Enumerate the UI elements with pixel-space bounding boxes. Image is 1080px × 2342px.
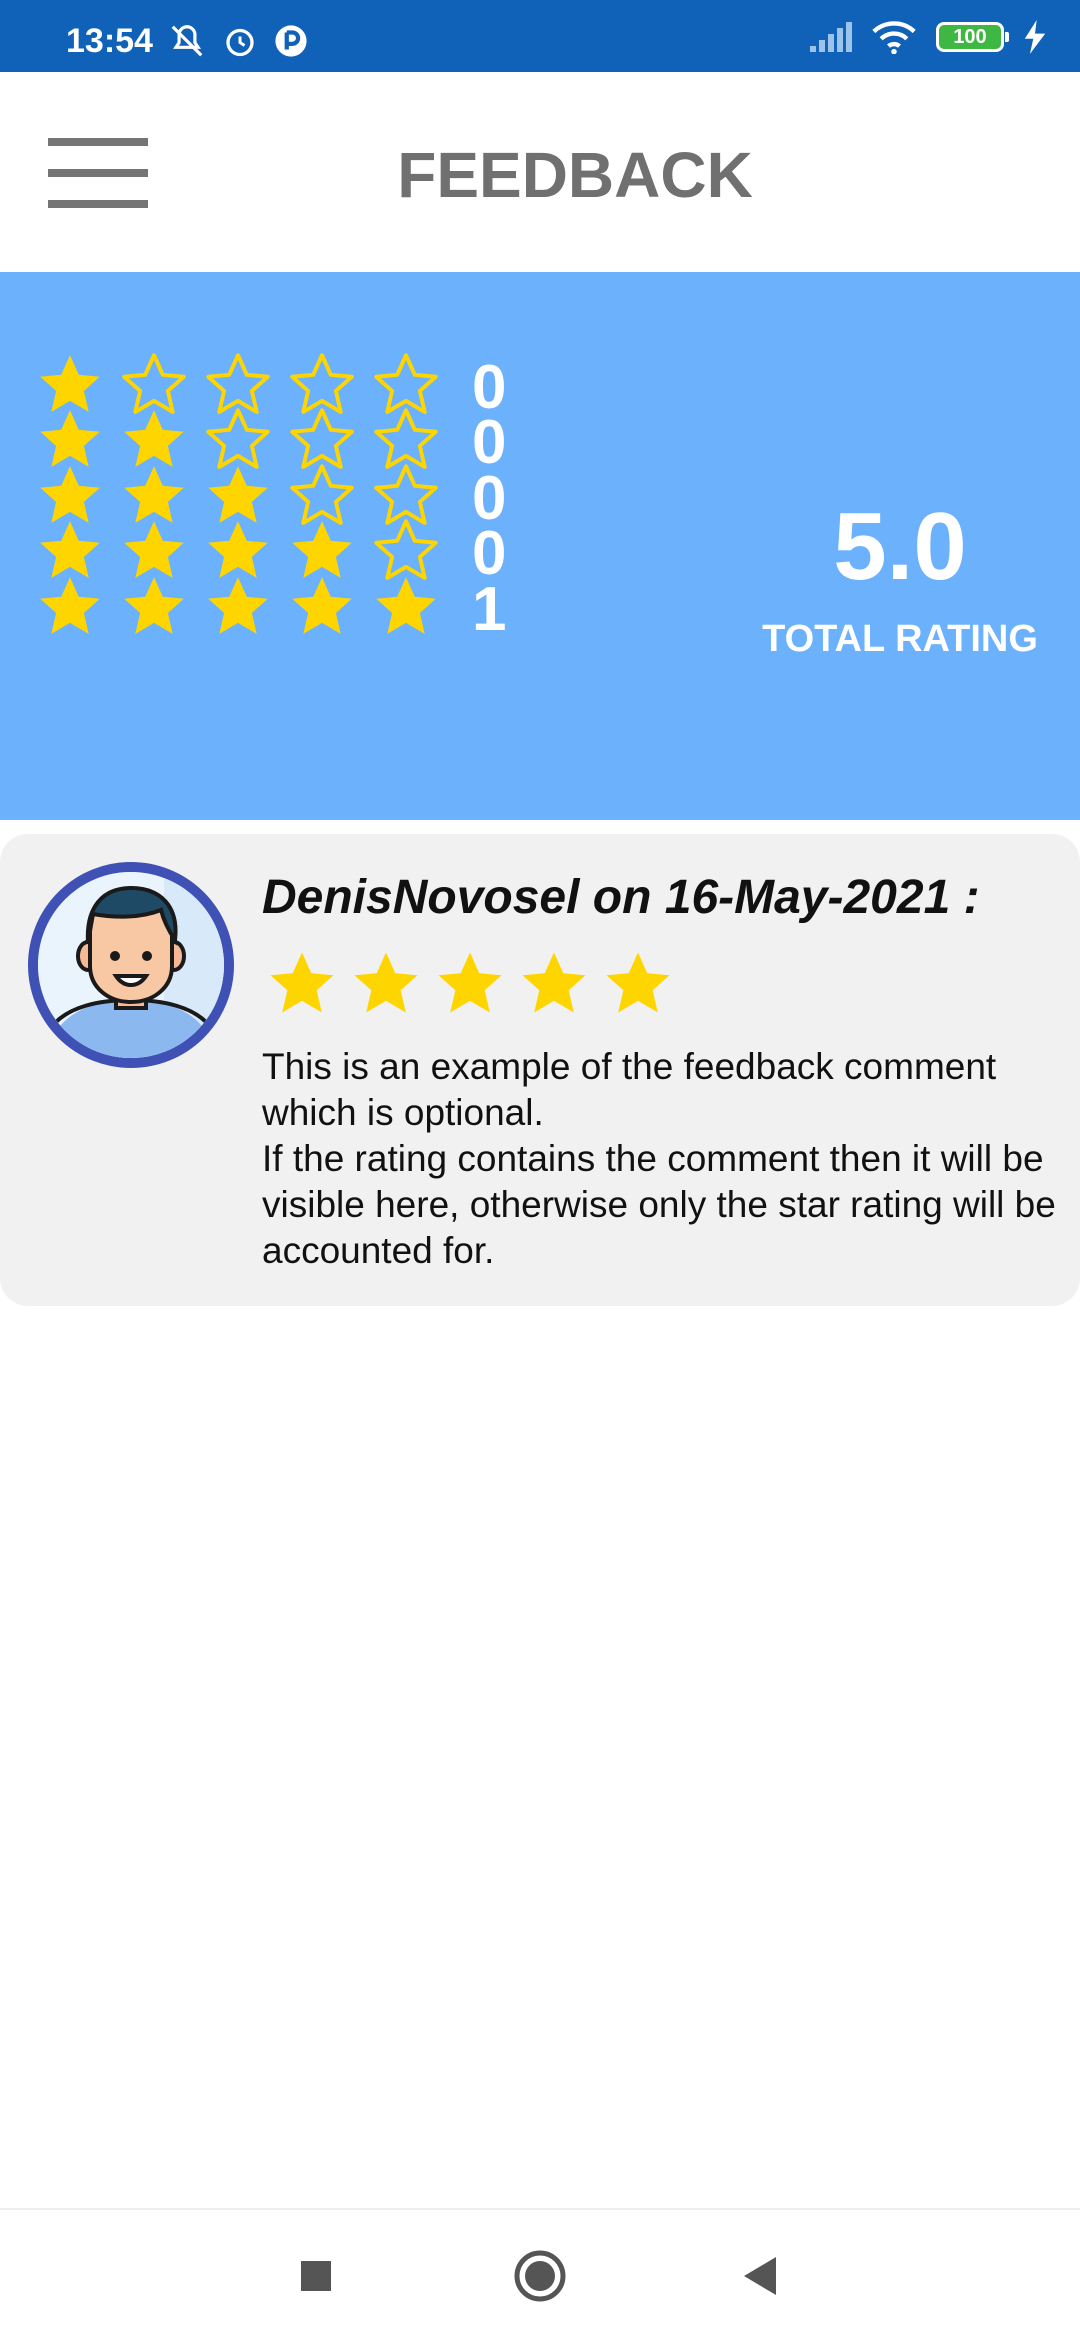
user-avatar-icon [38, 872, 224, 1058]
star-filled-icon [292, 577, 352, 634]
home-button[interactable] [480, 2210, 600, 2342]
page-title: FEEDBACK [397, 139, 753, 211]
feedback-comment: This is an example of the feedback comme… [262, 1044, 1062, 1274]
star-filled-icon [354, 952, 418, 1013]
star-filled-icon [270, 952, 334, 1013]
star-filled-icon [522, 952, 586, 1013]
star-filled-icon [606, 952, 670, 1013]
charging-icon [1024, 20, 1046, 54]
feedback-card: DenisNovosel on 16-May-2021 : This is an… [0, 834, 1080, 1306]
app-notification-icon [275, 25, 307, 57]
comment-line: If the rating contains the comment then … [262, 1138, 1056, 1271]
recents-square-icon [301, 2261, 331, 2291]
avatar [28, 862, 234, 1068]
home-circle-icon [514, 2250, 566, 2302]
total-rating-label: TOTAL RATING [762, 618, 1038, 660]
mute-icon [171, 25, 203, 57]
rating-count: 1 [472, 575, 507, 644]
total-rating-value: 5.0 [833, 493, 967, 600]
signal-icon [810, 22, 852, 52]
star-filled-icon [376, 577, 436, 634]
status-time: 13:54 [66, 22, 153, 60]
star-filled-icon [124, 577, 184, 634]
star-filled-icon [40, 577, 100, 634]
app-bar: FEEDBACK [0, 72, 1080, 270]
star-row [36, 573, 440, 641]
recents-button[interactable] [256, 2210, 376, 2342]
back-button[interactable] [700, 2210, 820, 2342]
comment-line: This is an example of the feedback comme… [262, 1046, 997, 1133]
battery-level: 100 [953, 25, 987, 48]
alarm-icon [226, 28, 254, 57]
wifi-icon [872, 21, 916, 54]
star-filled-icon [438, 952, 502, 1013]
battery-icon: 100 [936, 22, 1009, 52]
back-triangle-icon [744, 2257, 776, 2295]
system-nav-bar [0, 2208, 1080, 2340]
rating-summary: 0 0 0 0 1 5.0 TOTAL RATING [0, 272, 1080, 820]
star-filled-icon [208, 577, 268, 634]
feedback-stars [266, 948, 674, 1020]
status-bar: 13:54 100 [0, 0, 1080, 72]
rating-row-5-star: 1 [36, 572, 506, 644]
feedback-author-date: DenisNovosel on 16-May-2021 : [262, 871, 980, 924]
